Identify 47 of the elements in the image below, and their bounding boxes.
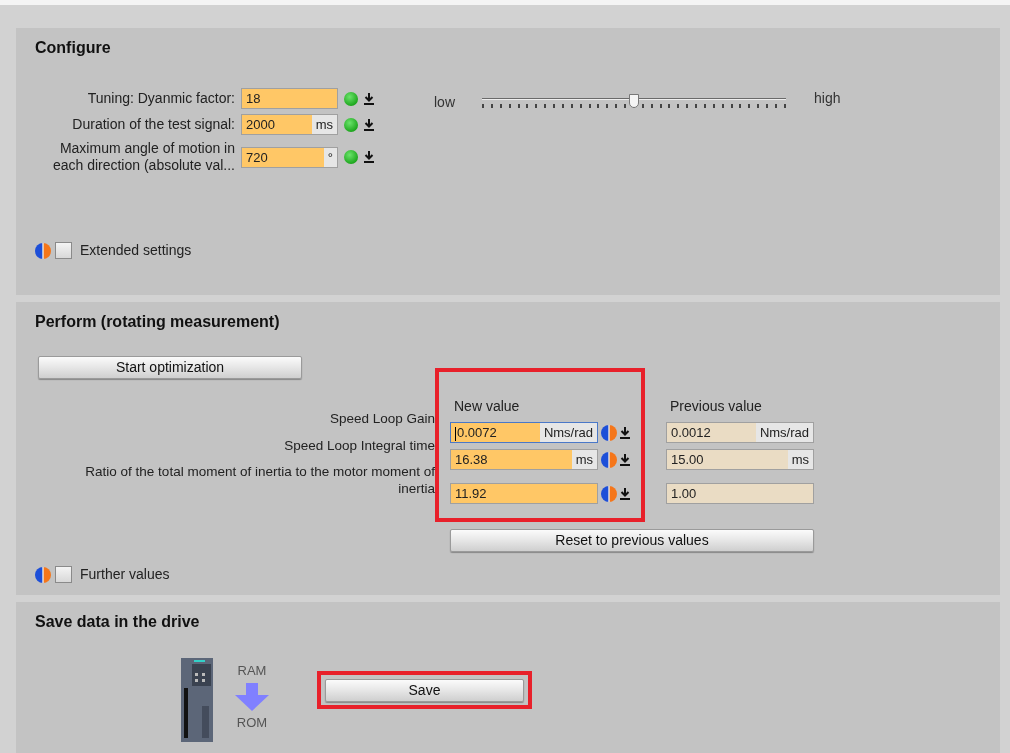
column-header: Previous value [670, 398, 762, 414]
parameter-label: Ratio of the total moment of inertia to the motor moment of inertia [84, 462, 435, 497]
column-header: New value [454, 398, 520, 414]
half-circle-icon [601, 485, 617, 502]
checkbox-label: Further values [80, 565, 170, 584]
status-dot-icon [344, 117, 358, 132]
new-value-field[interactable]: 16.38 ms [450, 449, 598, 470]
download-icon[interactable] [620, 426, 630, 439]
half-circle-icon [601, 451, 617, 468]
slider-thumb[interactable] [629, 94, 639, 108]
new-value-field[interactable]: 11.92 [450, 483, 598, 504]
checkbox[interactable] [55, 566, 72, 583]
half-circle-icon [35, 242, 51, 259]
section-title: Configure [35, 38, 112, 58]
previous-value-field[interactable]: 0.0012 Nms/rad [666, 422, 814, 443]
half-circle-icon [601, 424, 617, 441]
parameter-label: Speed Loop Gain [328, 410, 435, 427]
section-title: Save data in the drive [35, 612, 201, 632]
previous-value-field[interactable]: 15.00 ms [666, 449, 814, 470]
ram-label: RAM [237, 662, 267, 680]
parameter-label: Tuning: Dyanmic factor: [86, 90, 235, 107]
half-circle-icon [35, 566, 51, 583]
parameter-label: Duration of the test signal: [71, 116, 235, 133]
slider-low-label: low [434, 93, 456, 112]
status-dot-icon [344, 150, 358, 164]
start-optimization-button[interactable]: Start optimization [38, 356, 302, 379]
download-icon[interactable] [620, 487, 630, 500]
arrow-down-icon [235, 682, 269, 711]
save-button[interactable]: Save [325, 679, 524, 702]
previous-value-field[interactable]: 1.00 [666, 483, 814, 504]
download-icon[interactable] [364, 92, 374, 105]
download-icon[interactable] [364, 151, 374, 163]
parameter-field[interactable]: 720 ° [241, 146, 338, 168]
parameter-field[interactable]: 18 [241, 88, 338, 109]
new-value-field[interactable]: 0.0072 Nms/rad [450, 422, 598, 443]
parameter-label: Maximum angle of motion in each direction (absolute val... [51, 140, 235, 174]
parameter-field[interactable]: 2000 ms [241, 114, 338, 135]
download-icon[interactable] [620, 453, 630, 466]
rom-label: ROM [236, 713, 268, 732]
section-title: Perform (rotating measurement) [35, 312, 281, 332]
status-dot-icon [344, 91, 358, 106]
checkbox-label: Extended settings [80, 241, 192, 260]
parameter-label: Speed Loop Integral time [283, 437, 435, 454]
slider-high-label: high [814, 89, 841, 108]
download-icon[interactable] [364, 118, 374, 131]
reset-button[interactable]: Reset to previous values [450, 529, 814, 552]
checkbox[interactable] [55, 242, 72, 259]
